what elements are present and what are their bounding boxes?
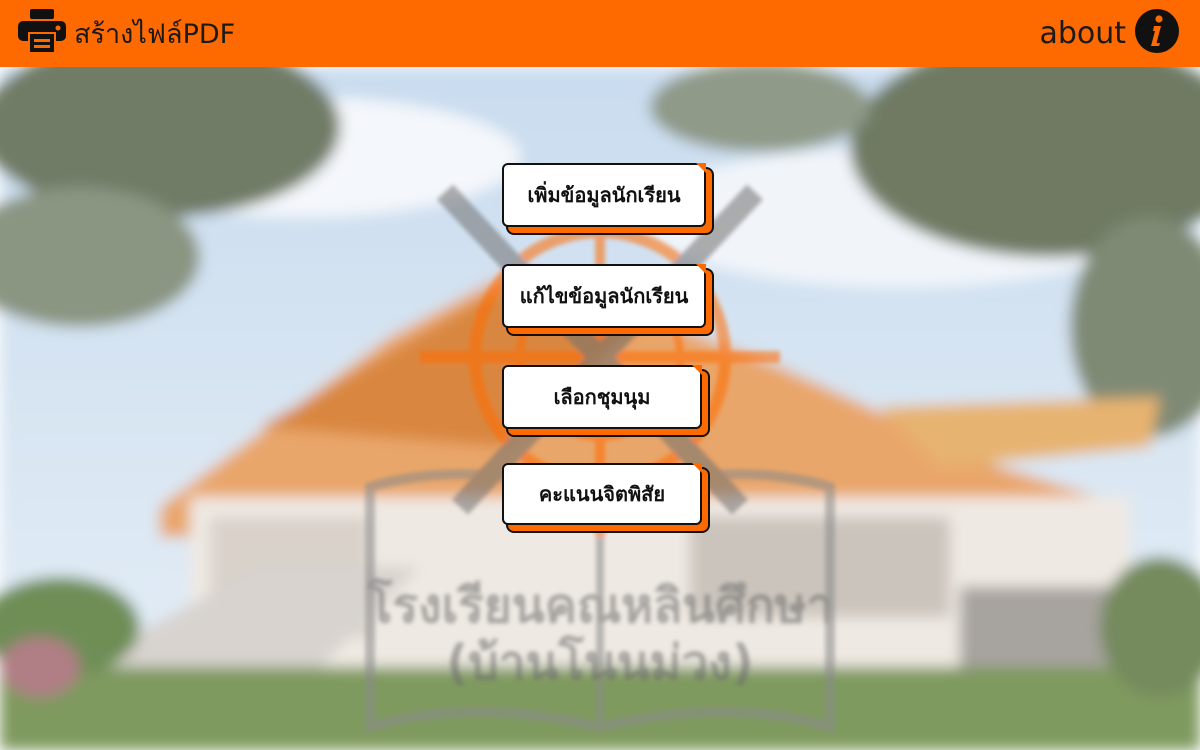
info-icon	[1134, 8, 1180, 58]
main-menu: เพิ่มข้อมูลนักเรียน แก้ไขข้อมูลนักเรียน …	[0, 67, 1200, 750]
about-button[interactable]: about	[1039, 8, 1180, 58]
create-pdf-label: สร้างไฟล์PDF	[74, 18, 236, 50]
add-student-label: เพิ่มข้อมูลนักเรียน	[527, 183, 681, 207]
button-corner	[692, 365, 702, 375]
create-pdf-button[interactable]: สร้างไฟล์PDF	[18, 9, 236, 57]
button-corner	[696, 264, 706, 274]
select-club-button[interactable]: เลือกชุมนุม	[502, 365, 702, 429]
printer-icon	[18, 9, 66, 57]
top-bar: สร้างไฟล์PDF about	[0, 0, 1200, 67]
edit-student-label: แก้ไขข้อมูลนักเรียน	[519, 284, 689, 308]
select-club-label: เลือกชุมนุม	[553, 385, 651, 409]
behavior-score-label: คะแนนจิตพิสัย	[538, 482, 666, 506]
add-student-button[interactable]: เพิ่มข้อมูลนักเรียน	[502, 163, 706, 227]
behavior-score-button[interactable]: คะแนนจิตพิสัย	[502, 463, 702, 525]
button-corner	[696, 163, 706, 173]
button-corner	[692, 463, 702, 473]
about-label: about	[1039, 15, 1126, 51]
edit-student-button[interactable]: แก้ไขข้อมูลนักเรียน	[502, 264, 706, 328]
